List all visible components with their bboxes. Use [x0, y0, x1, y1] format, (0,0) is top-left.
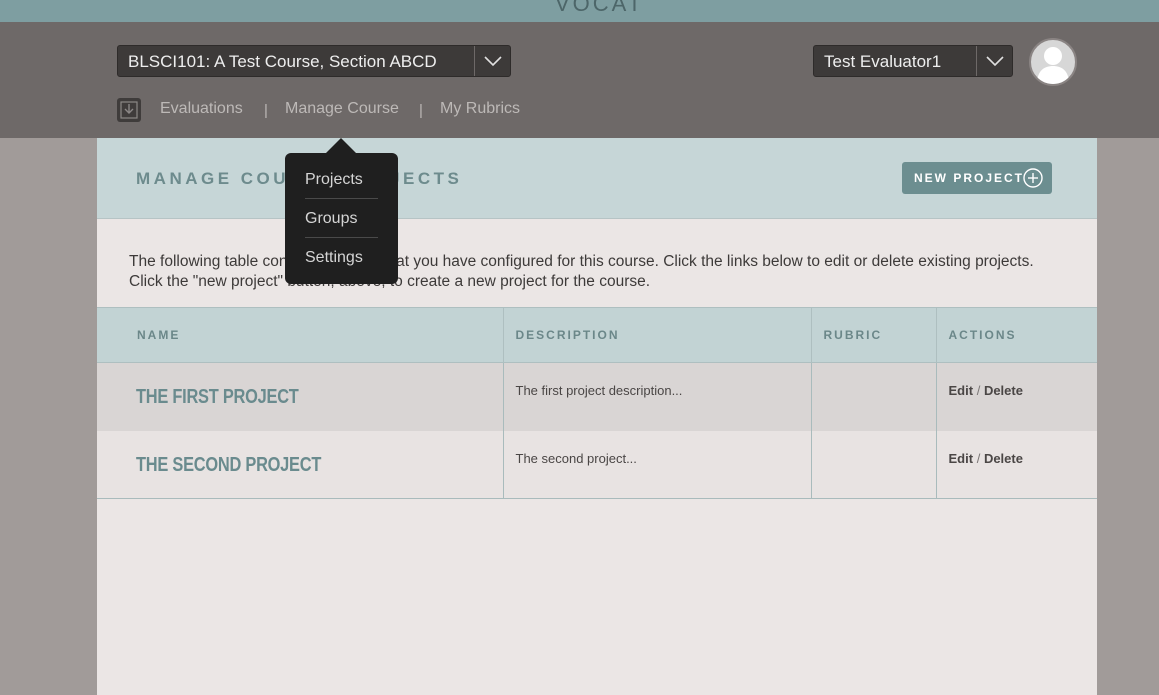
action-separator: / [976, 383, 981, 398]
project-rubric [811, 362, 937, 431]
delete-link[interactable]: Delete [984, 451, 1023, 466]
intro-text: The following table contains projects th… [129, 253, 1034, 290]
nav-separator: | [264, 102, 268, 119]
avatar[interactable] [1029, 38, 1077, 86]
course-select[interactable]: BLSCI101: A Test Course, Section ABCD [117, 45, 511, 77]
menu-item-settings[interactable]: Settings [305, 238, 378, 277]
manage-course-dropdown: Projects Groups Settings [285, 138, 398, 284]
projects-table: NAME DESCRIPTION RUBRIC ACTIONS THE FIRS… [97, 307, 1097, 499]
menu-item-projects[interactable]: Projects [305, 160, 378, 199]
new-project-label: NEW PROJECT [914, 171, 1025, 185]
column-header-actions: ACTIONS [936, 307, 1097, 363]
user-select[interactable]: Test Evaluator1 [813, 45, 1013, 77]
main-panel: MANAGE COURSE PROJECTS NEW PROJECT The f… [97, 138, 1097, 695]
menu-item-groups[interactable]: Groups [305, 199, 378, 238]
edit-link[interactable]: Edit [949, 451, 974, 466]
chevron-down-icon[interactable] [976, 46, 1012, 76]
edit-link[interactable]: Edit [949, 383, 974, 398]
nav-separator: | [419, 102, 423, 119]
course-select-label: BLSCI101: A Test Course, Section ABCD [128, 52, 437, 71]
app-logo[interactable]: VOCAT [555, 0, 644, 17]
nav-evaluations[interactable]: Evaluations [160, 100, 243, 118]
logo-bar: VOCAT [0, 0, 1159, 22]
delete-link[interactable]: Delete [984, 383, 1023, 398]
nav-manage-course[interactable]: Manage Course [285, 100, 399, 118]
project-name-link[interactable]: THE SECOND PROJECT [136, 454, 437, 477]
row-actions: Edit / Delete [949, 451, 1098, 466]
project-description: The second project... [515, 450, 637, 466]
row-actions: Edit / Delete [949, 383, 1098, 398]
download-icon[interactable] [117, 98, 141, 122]
action-separator: / [976, 450, 981, 466]
table-header-row: NAME DESCRIPTION RUBRIC ACTIONS [97, 307, 1097, 363]
project-name-link[interactable]: THE FIRST PROJECT [136, 386, 437, 409]
plus-circle-icon [1022, 167, 1044, 192]
panel-header: MANAGE COURSE PROJECTS NEW PROJECT [97, 138, 1097, 219]
table-row: THE FIRST PROJECT The first project desc… [97, 362, 1098, 431]
column-header-name[interactable]: NAME [97, 307, 504, 363]
nav-my-rubrics[interactable]: My Rubrics [440, 100, 520, 118]
new-project-button[interactable]: NEW PROJECT [902, 162, 1052, 194]
column-header-rubric[interactable]: RUBRIC [811, 307, 937, 363]
dropdown-arrow [326, 138, 356, 153]
header: BLSCI101: A Test Course, Section ABCD Te… [0, 22, 1159, 138]
user-select-label: Test Evaluator1 [824, 52, 942, 71]
project-description: The first project description... [515, 383, 683, 398]
chevron-down-icon[interactable] [474, 46, 510, 76]
table-row: THE SECOND PROJECT The second project...… [97, 430, 1098, 499]
column-header-description[interactable]: DESCRIPTION [503, 307, 812, 363]
project-rubric [811, 430, 937, 499]
